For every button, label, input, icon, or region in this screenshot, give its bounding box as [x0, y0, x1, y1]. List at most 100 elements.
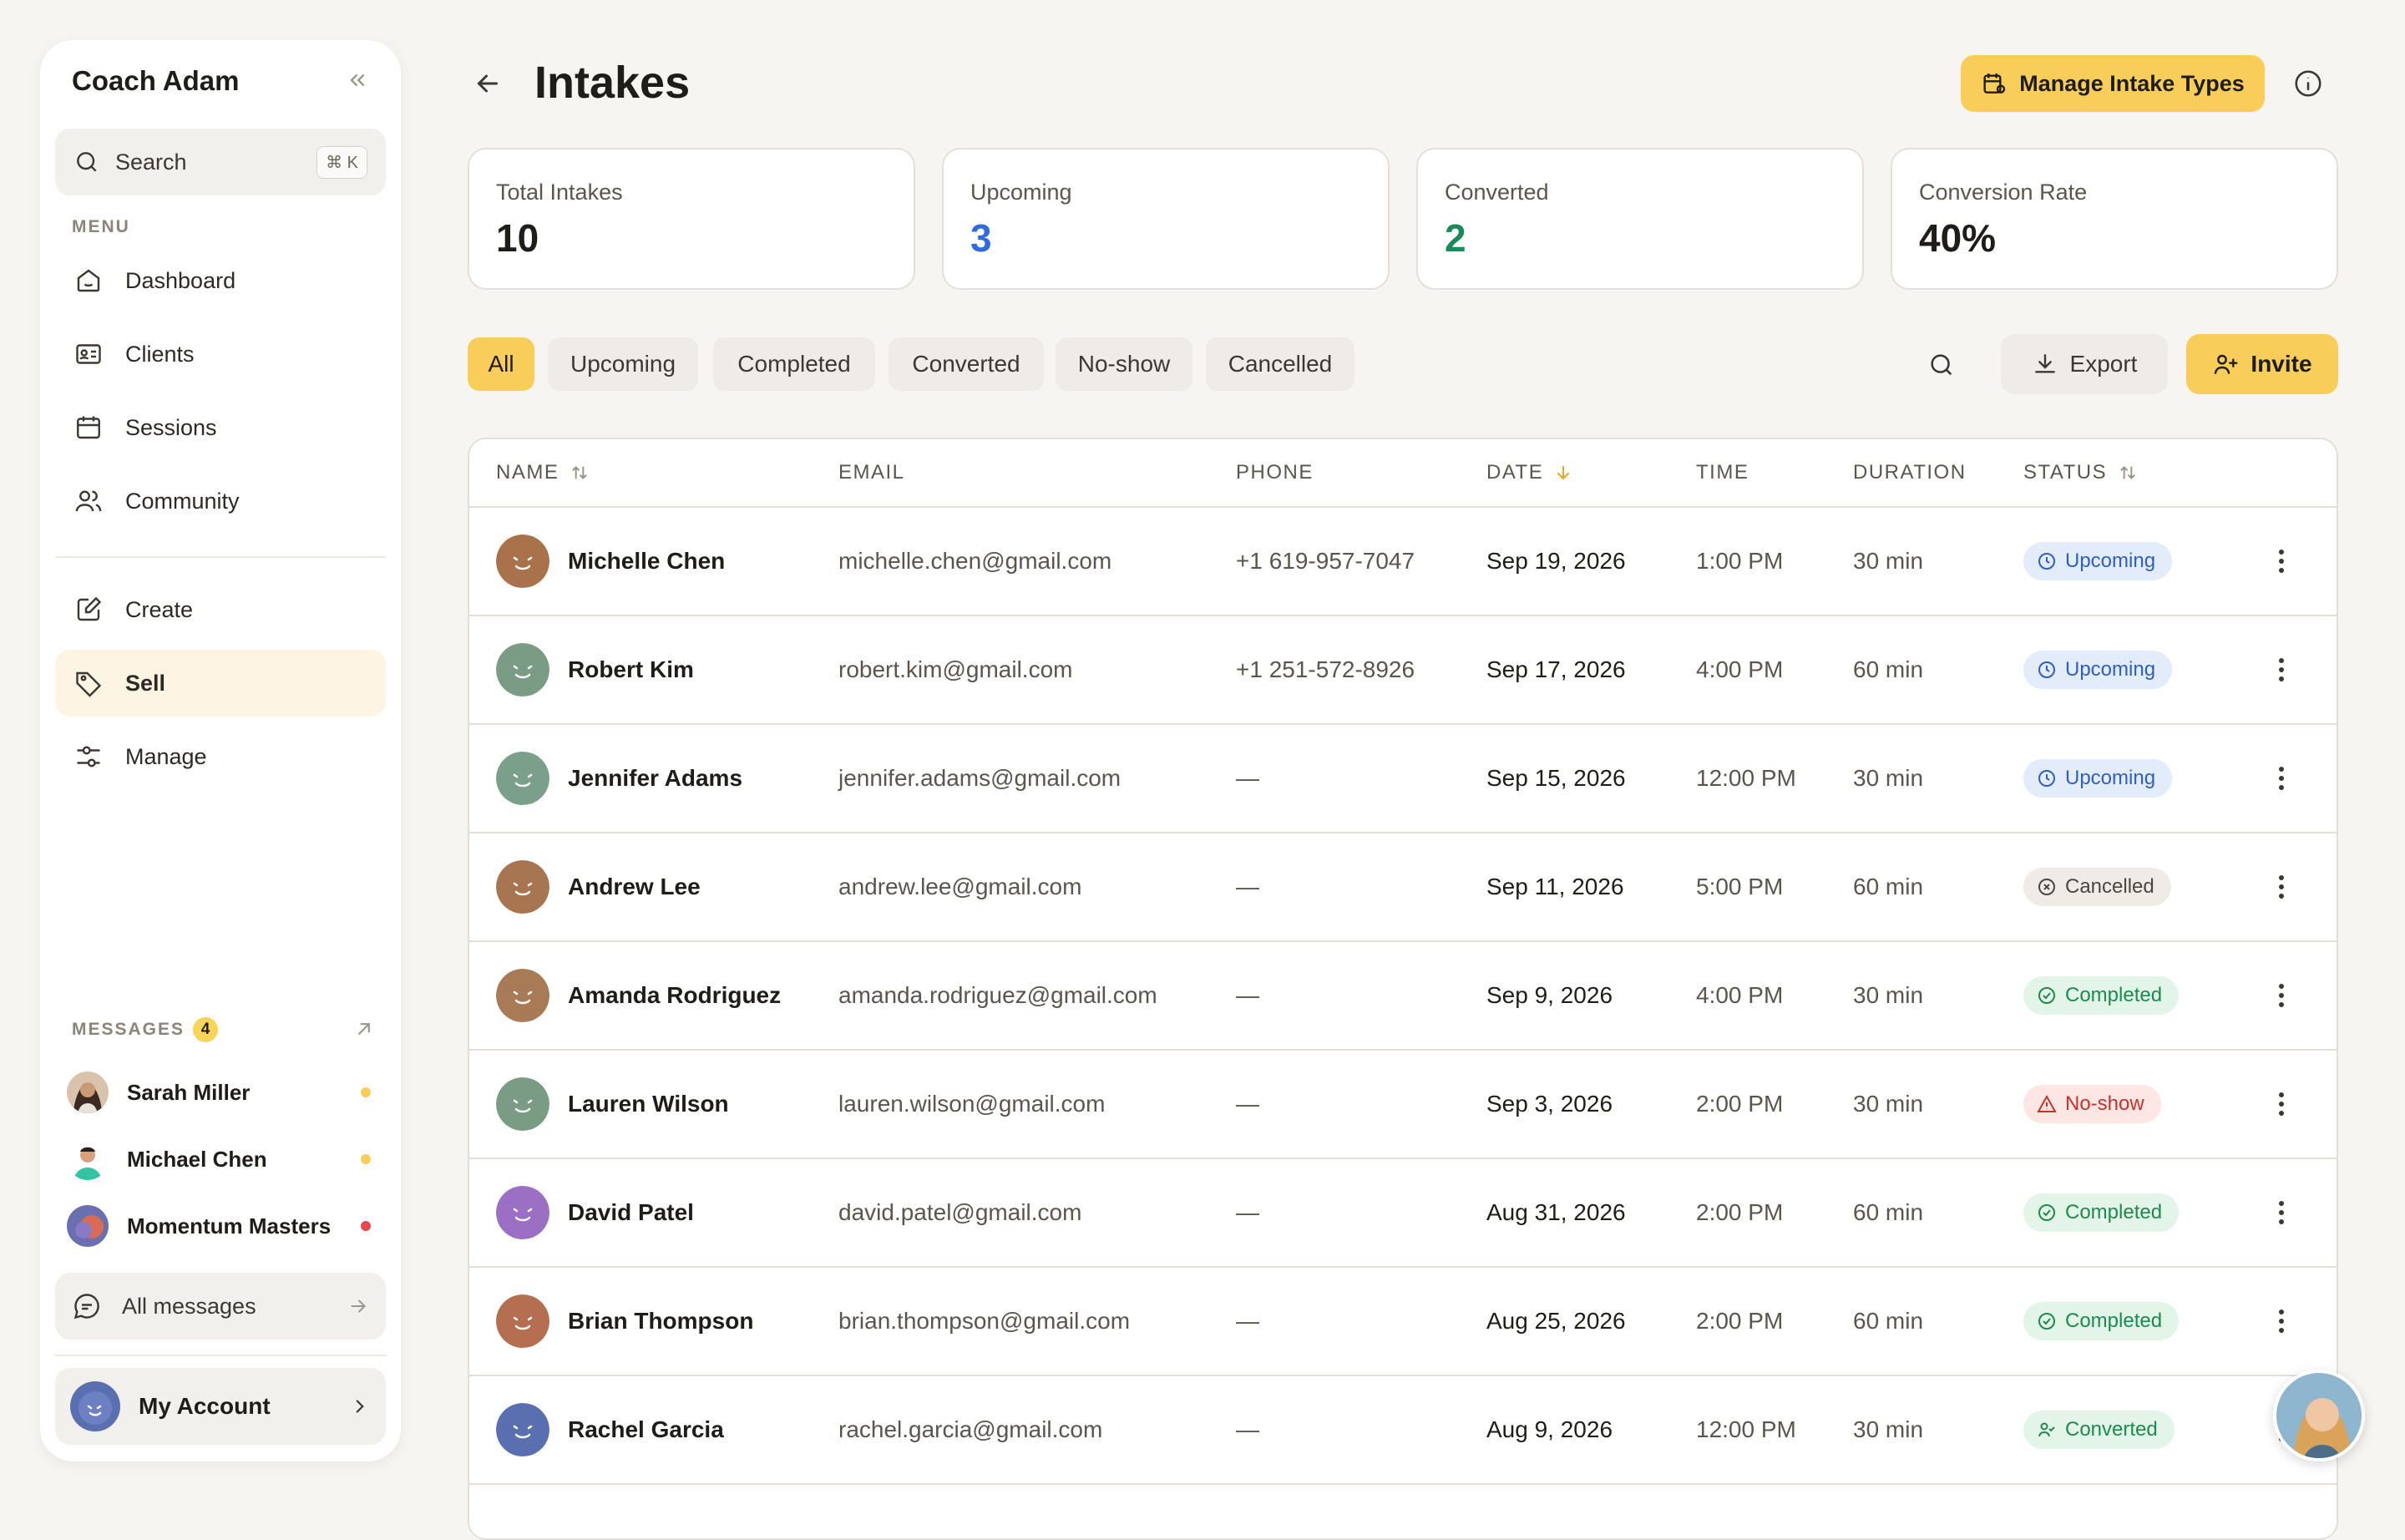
main-content: Intakes Manage Intake Types Total Intake…: [468, 0, 2338, 1540]
filter-cancelled[interactable]: Cancelled: [1206, 337, 1354, 391]
check-circle-icon: [2037, 985, 2057, 1006]
table-row[interactable]: Michelle Chen michelle.chen@gmail.com +1…: [469, 508, 2337, 616]
collapse-sidebar-button[interactable]: [342, 65, 372, 95]
row-actions-button[interactable]: [2263, 1194, 2300, 1231]
sidebar-item-community[interactable]: Community: [55, 468, 386, 534]
support-chat-button[interactable]: [2273, 1370, 2365, 1461]
sidebar-item-label: Sell: [125, 670, 166, 696]
arrow-left-icon: [477, 74, 498, 93]
sidebar-item-label: Clients: [125, 341, 195, 367]
open-messages-button[interactable]: [352, 1017, 379, 1044]
status-label: Completed: [2065, 1201, 2163, 1223]
column-header-status[interactable]: STATUS: [2023, 461, 2139, 484]
sidebar-item-manage[interactable]: Manage: [55, 723, 386, 790]
message-thread-michael-chen[interactable]: Michael Chen: [67, 1136, 384, 1183]
client-name: Jennifer Adams: [568, 765, 743, 791]
sidebar-item-sell[interactable]: Sell: [55, 650, 386, 717]
duration-cell: 30 min: [1853, 1091, 1924, 1117]
row-actions-button[interactable]: [2263, 543, 2300, 580]
chevron-right-icon: [356, 1400, 364, 1413]
sidebar-item-label: Manage: [125, 743, 207, 769]
status-label: Converted: [2065, 1418, 2158, 1441]
workspace-title: Coach Adam: [72, 65, 240, 96]
avatar: [67, 1205, 109, 1247]
filter-completed[interactable]: Completed: [713, 337, 875, 391]
status-badge: Converted: [2023, 1411, 2175, 1449]
table-row[interactable]: Rachel Garcia rachel.garcia@gmail.com — …: [469, 1376, 2337, 1485]
column-label: DATE: [1486, 461, 1544, 484]
column-header-name[interactable]: NAME: [496, 461, 590, 484]
all-messages-button[interactable]: All messages: [55, 1273, 386, 1340]
date-cell: Sep 11, 2026: [1486, 874, 1624, 899]
time-cell: 12:00 PM: [1696, 1416, 1796, 1442]
phone-cell: —: [1236, 765, 1259, 791]
column-label: EMAIL: [838, 461, 905, 484]
sidebar-item-create[interactable]: Create: [55, 576, 386, 643]
message-thread-momentum-masters[interactable]: Momentum Masters: [67, 1203, 384, 1249]
stat-card-total-intakes: Total Intakes 10: [468, 148, 915, 290]
table-row[interactable]: Lauren Wilson lauren.wilson@gmail.com — …: [469, 1051, 2337, 1159]
user-plus-icon: [2215, 354, 2238, 374]
sidebar-item-label: Create: [125, 596, 194, 622]
time-cell: 4:00 PM: [1696, 656, 1784, 682]
export-label: Export: [2069, 351, 2138, 377]
name-cell: Brian Thompson: [496, 1268, 753, 1375]
filter-converted[interactable]: Converted: [889, 337, 1044, 391]
more-vertical-icon: [2279, 550, 2284, 573]
column-header-date[interactable]: DATE: [1486, 461, 1573, 484]
sliders-icon: [72, 740, 105, 773]
search-box[interactable]: Search ⌘ K: [55, 129, 386, 195]
table-row[interactable]: Robert Kim robert.kim@gmail.com +1 251-5…: [469, 616, 2337, 725]
phone-cell: —: [1236, 982, 1259, 1008]
manage-intake-types-button[interactable]: Manage Intake Types: [1961, 55, 2265, 112]
name-cell: Amanda Rodriguez: [496, 942, 781, 1049]
table-row[interactable]: Amanda Rodriguez amanda.rodriguez@gmail.…: [469, 942, 2337, 1051]
column-label: STATUS: [2023, 461, 2108, 484]
sidebar-item-clients[interactable]: Clients: [55, 321, 386, 388]
sidebar-item-sessions[interactable]: Sessions: [55, 394, 386, 461]
account-avatar: [70, 1381, 120, 1431]
status-cell: Cancelled: [2023, 833, 2171, 940]
row-actions-button[interactable]: [2263, 1086, 2300, 1122]
row-actions-button[interactable]: [2263, 977, 2300, 1014]
row-actions-button[interactable]: [2263, 1303, 2300, 1340]
status-badge: Upcoming: [2023, 651, 2173, 689]
more-vertical-icon: [2279, 984, 2284, 1007]
email-cell: brian.thompson@gmail.com: [838, 1308, 1131, 1334]
row-actions-button[interactable]: [2263, 651, 2300, 688]
table-row[interactable]: Andrew Lee andrew.lee@gmail.com — Sep 11…: [469, 833, 2337, 942]
stat-value: 2: [1445, 216, 1466, 260]
table-row[interactable]: Jennifer Adams jennifer.adams@gmail.com …: [469, 725, 2337, 833]
message-thread-sarah-miller[interactable]: Sarah Miller: [67, 1069, 384, 1116]
date-cell: Sep 9, 2026: [1486, 982, 1613, 1008]
menu-section-label: MENU: [72, 217, 130, 236]
filter-all[interactable]: All: [468, 337, 534, 391]
stat-value: 10: [496, 216, 539, 260]
back-button[interactable]: [468, 63, 508, 104]
table-row[interactable]: David Patel david.patel@gmail.com — Aug …: [469, 1159, 2337, 1268]
more-vertical-icon: [2279, 875, 2284, 899]
table-search-button[interactable]: [1924, 347, 1959, 382]
export-button[interactable]: Export: [2001, 334, 2168, 394]
sidebar-divider: [55, 556, 386, 558]
user-check-icon: [2037, 1420, 2057, 1440]
duration-cell: 30 min: [1853, 765, 1924, 791]
table-row[interactable]: Brian Thompson brian.thompson@gmail.com …: [469, 1268, 2337, 1376]
row-actions-button[interactable]: [2263, 760, 2300, 797]
info-button[interactable]: [2291, 67, 2325, 100]
intakes-table: NAME EMAIL PHONE DATE TIME DURATION STAT…: [468, 438, 2338, 1540]
unread-dot: [361, 1087, 371, 1097]
arrow-right-icon: [351, 1299, 366, 1313]
name-cell: Robert Kim: [496, 616, 694, 723]
status-badge: Cancelled: [2023, 868, 2171, 906]
my-account-button[interactable]: My Account: [55, 1368, 386, 1445]
duration-cell: 30 min: [1853, 548, 1924, 574]
check-circle-icon: [2037, 1311, 2057, 1331]
avatar: [496, 1294, 549, 1348]
filter-no-show[interactable]: No-show: [1056, 337, 1192, 391]
invite-button[interactable]: Invite: [2186, 334, 2338, 394]
filter-upcoming[interactable]: Upcoming: [548, 337, 698, 391]
sidebar-item-dashboard[interactable]: Dashboard: [55, 247, 386, 314]
tag-icon: [72, 666, 105, 700]
row-actions-button[interactable]: [2263, 869, 2300, 905]
